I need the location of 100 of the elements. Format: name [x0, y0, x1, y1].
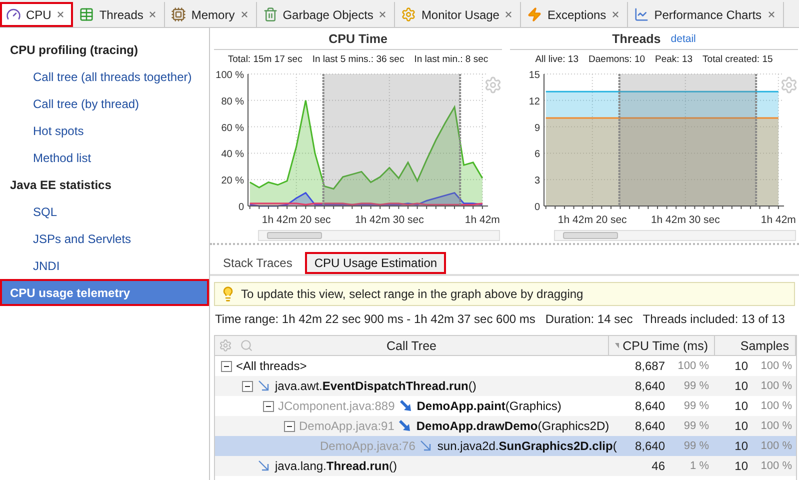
- method-name: DemoApp.drawDemo(Graphics2D): [416, 419, 610, 433]
- chart-title: Threads: [612, 32, 661, 46]
- chart-stat: All live: 13: [535, 54, 579, 64]
- source-location: DemoApp.java:91: [299, 419, 394, 433]
- sample-count: 10: [734, 439, 748, 453]
- selection-range[interactable]: [322, 74, 462, 206]
- tab[interactable]: Monitor Usage: [395, 2, 522, 27]
- expand-toggle[interactable]: [284, 420, 295, 432]
- detail-link[interactable]: detail: [670, 32, 696, 44]
- chart-stat: In last 5 mins.: 36 sec: [312, 54, 404, 64]
- cpu-time: 8,640: [634, 419, 665, 433]
- cpu-percent: 99 %: [682, 380, 709, 392]
- gear-icon: [401, 7, 416, 22]
- method-name: <All threads>: [236, 359, 307, 373]
- sample-count: 10: [734, 419, 748, 433]
- close-icon[interactable]: [766, 10, 776, 19]
- cpu-percent: 99 %: [682, 440, 709, 452]
- call-arrow-icon: [419, 439, 434, 453]
- chart-stat: Total created: 15: [702, 54, 773, 64]
- sample-percent: 100 %: [760, 420, 792, 432]
- close-icon[interactable]: [240, 10, 249, 19]
- table-row[interactable]: java.awt.EventDispatchThread.run() 8,640 99 % 10 100 %: [215, 376, 796, 396]
- tab[interactable]: Garbage Objects: [256, 2, 396, 27]
- x-tick-label: 1h 42m 20 sec: [558, 214, 627, 226]
- sample-count: 10: [734, 379, 748, 393]
- table-row[interactable]: java.lang.Thread.run() 46 1 % 10 100 %: [215, 456, 796, 476]
- scrollbar[interactable]: [554, 230, 796, 241]
- chart-stat: Total: 15m 17 sec: [228, 54, 302, 64]
- info-text: Time range: 1h 42m 22 sec 900 ms - 1h 42m 37 sec 600 ms: [215, 312, 536, 326]
- x-tick-label: 1h 42m 30 sec: [650, 214, 720, 226]
- info-text: Threads included: 13 of 13: [642, 312, 785, 326]
- y-tick-label: 20 %: [221, 176, 244, 187]
- chip-icon: [171, 7, 186, 22]
- sidebar-item[interactable]: Method list: [0, 144, 209, 171]
- call-arrow-icon: [257, 459, 271, 473]
- y-tick-label: 15: [528, 70, 540, 81]
- scrollbar[interactable]: [258, 230, 500, 241]
- column-header[interactable]: Call Tree: [386, 338, 437, 352]
- close-icon[interactable]: [56, 10, 66, 19]
- sidebar-item[interactable]: Hot spots: [0, 117, 209, 144]
- cpu-time: 8,687: [634, 359, 665, 373]
- y-tick-label: 60 %: [221, 122, 244, 134]
- close-icon[interactable]: [611, 10, 620, 19]
- tab[interactable]: CPU: [0, 2, 74, 27]
- y-tick-label: 6: [534, 149, 540, 160]
- sidebar-item[interactable]: JNDI: [0, 252, 209, 279]
- cpu-time: 8,640: [634, 439, 665, 453]
- chart-stat: Daemons: 10: [588, 54, 646, 64]
- gauge-icon: [6, 7, 21, 22]
- method-name: java.lang.Thread.run(): [275, 459, 398, 473]
- sample-count: 10: [734, 399, 748, 413]
- info-text: Duration: 14 sec: [545, 312, 633, 326]
- lightning-icon: [527, 7, 542, 22]
- source-location: JComponent.java:889: [278, 399, 395, 413]
- y-tick-label: 12: [528, 96, 540, 108]
- chart-title: CPU Time: [328, 32, 388, 46]
- sidebar-heading[interactable]: Java EE statistics: [0, 171, 209, 198]
- sidebar-heading[interactable]: CPU usage telemetry: [0, 279, 209, 306]
- x-tick-label: 1h 42m: [760, 214, 796, 226]
- sample-count: 10: [734, 459, 748, 473]
- close-icon[interactable]: [148, 10, 158, 19]
- expand-toggle[interactable]: [242, 380, 253, 392]
- sample-percent: 100 %: [760, 400, 792, 412]
- method-name: sun.java2d.SunGraphics2D.clip(: [437, 439, 617, 453]
- source-location: DemoApp.java:76: [320, 439, 416, 453]
- sidebar-item[interactable]: Call tree (all threads together): [0, 63, 209, 90]
- tab[interactable]: Threads: [73, 2, 166, 27]
- expand-toggle[interactable]: [221, 360, 232, 372]
- view-tab[interactable]: CPU Usage Estimation: [305, 252, 446, 274]
- tab[interactable]: Memory: [165, 2, 257, 27]
- cpu-time: 8,640: [634, 379, 665, 393]
- cpu-time: 8,640: [634, 399, 665, 413]
- expand-toggle[interactable]: [263, 400, 274, 412]
- sidebar-item[interactable]: SQL: [0, 198, 209, 225]
- tab[interactable]: Performance Charts: [628, 2, 784, 27]
- table-row[interactable]: DemoApp.java:76 sun.java2d.SunGraphics2D.clip( 8,640 99 % 10 100 %: [215, 436, 796, 456]
- close-icon[interactable]: [378, 10, 388, 19]
- call-arrow-icon: [257, 379, 271, 393]
- arrow-icon: [398, 419, 412, 433]
- view-tab[interactable]: Stack Traces: [214, 252, 302, 274]
- tab[interactable]: Exceptions: [521, 2, 628, 27]
- x-tick-label: 1h 42m: [464, 214, 500, 226]
- column-header[interactable]: CPU Time (ms): [622, 338, 708, 352]
- column-header[interactable]: Samples: [740, 338, 789, 352]
- sample-percent: 100 %: [760, 380, 792, 392]
- table-row[interactable]: DemoApp.java:91 DemoApp.drawDemo(Graphics2D) 8,640 99 % 10 100 %: [215, 416, 796, 436]
- close-icon[interactable]: [504, 10, 514, 19]
- line-chart-icon: [634, 7, 650, 22]
- selection-range[interactable]: [618, 74, 758, 206]
- method-name: java.awt.EventDispatchThread.run(): [275, 379, 476, 393]
- sidebar-item[interactable]: Call tree (by thread): [0, 90, 209, 117]
- sample-percent: 100 %: [760, 440, 792, 452]
- y-tick-label: 100 %: [216, 70, 244, 81]
- y-tick-label: 9: [534, 122, 540, 134]
- sidebar-heading[interactable]: CPU profiling (tracing): [0, 36, 209, 63]
- sidebar-item[interactable]: JSPs and Servlets: [0, 225, 209, 252]
- y-tick-label: 40 %: [221, 149, 244, 160]
- table-icon: [79, 7, 94, 22]
- hint-text: To update this view, select range in the graph above by dragging: [241, 287, 584, 301]
- cpu-percent: 1 %: [689, 460, 709, 472]
